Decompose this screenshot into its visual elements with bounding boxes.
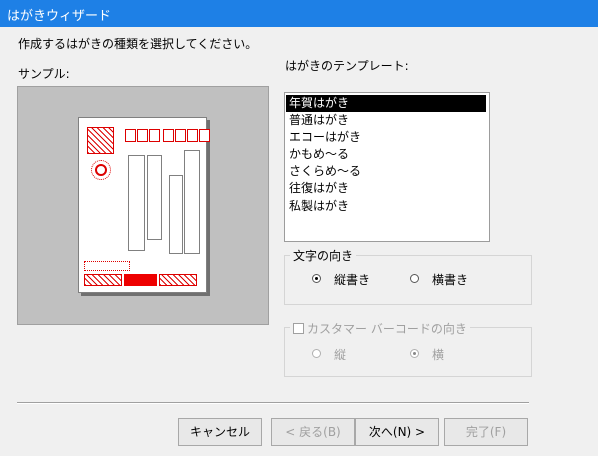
- barcode-direction-checkbox[interactable]: [293, 323, 304, 334]
- vertical-writing-radio[interactable]: [312, 274, 321, 283]
- horizontal-writing-label[interactable]: 横書き: [432, 271, 468, 288]
- cancel-button[interactable]: キャンセル: [178, 418, 262, 446]
- barcode-vertical-label[interactable]: 縦: [334, 346, 346, 363]
- barcode-vertical-radio[interactable]: [312, 349, 321, 358]
- finish-button[interactable]: 完了(F): [444, 418, 528, 446]
- list-item-template[interactable]: かもめ～る: [286, 146, 486, 163]
- window-title: はがきウィザード: [7, 9, 112, 24]
- list-item-template[interactable]: エコーはがき: [286, 129, 486, 146]
- address-line-1: [128, 155, 145, 251]
- stamp-area-icon: [87, 127, 114, 154]
- barcode-horizontal-radio[interactable]: [410, 349, 419, 358]
- vertical-writing-label[interactable]: 縦書き: [334, 271, 370, 288]
- postcard-preview: [78, 117, 210, 293]
- instruction-text: 作成するはがきの種類を選択してください。: [18, 37, 258, 51]
- template-label: はがきのテンプレート:: [285, 59, 409, 73]
- list-item-template[interactable]: 普通はがき: [286, 112, 486, 129]
- address-line-2: [147, 155, 162, 240]
- recipient-address-line: [184, 150, 200, 254]
- sample-label: サンプル:: [18, 67, 70, 81]
- list-item-template[interactable]: 年賀はがき: [286, 95, 486, 113]
- next-button[interactable]: 次へ(N) >: [355, 418, 439, 446]
- template-listbox[interactable]: 年賀はがき 普通はがき エコーはがき かもめ～る さくらめ～る 往復はがき 私製…: [284, 92, 490, 242]
- back-button[interactable]: < 戻る(B): [271, 418, 355, 446]
- lottery-mark-icon: [91, 160, 111, 180]
- sender-postal-boxes: [84, 261, 130, 271]
- horizontal-writing-radio[interactable]: [410, 274, 419, 283]
- text-direction-title: 文字の向き: [290, 247, 357, 264]
- footer-hatch-right: [159, 274, 197, 286]
- list-item-template[interactable]: 往復はがき: [286, 180, 486, 197]
- list-item-template[interactable]: さくらめ～る: [286, 163, 486, 180]
- barcode-direction-title-wrap: カスタマー バーコードの向き: [290, 320, 470, 337]
- postal-code-boxes: [125, 129, 210, 142]
- footer-red-block: [124, 274, 157, 286]
- barcode-horizontal-label[interactable]: 横: [432, 346, 444, 363]
- footer-hatch-left: [84, 274, 122, 286]
- list-item-template[interactable]: 私製はがき: [286, 198, 486, 215]
- title-bar: はがきウィザード: [0, 0, 598, 27]
- barcode-direction-title: カスタマー バーコードの向き: [307, 322, 467, 336]
- divider: [17, 402, 529, 404]
- recipient-name-line: [169, 175, 183, 254]
